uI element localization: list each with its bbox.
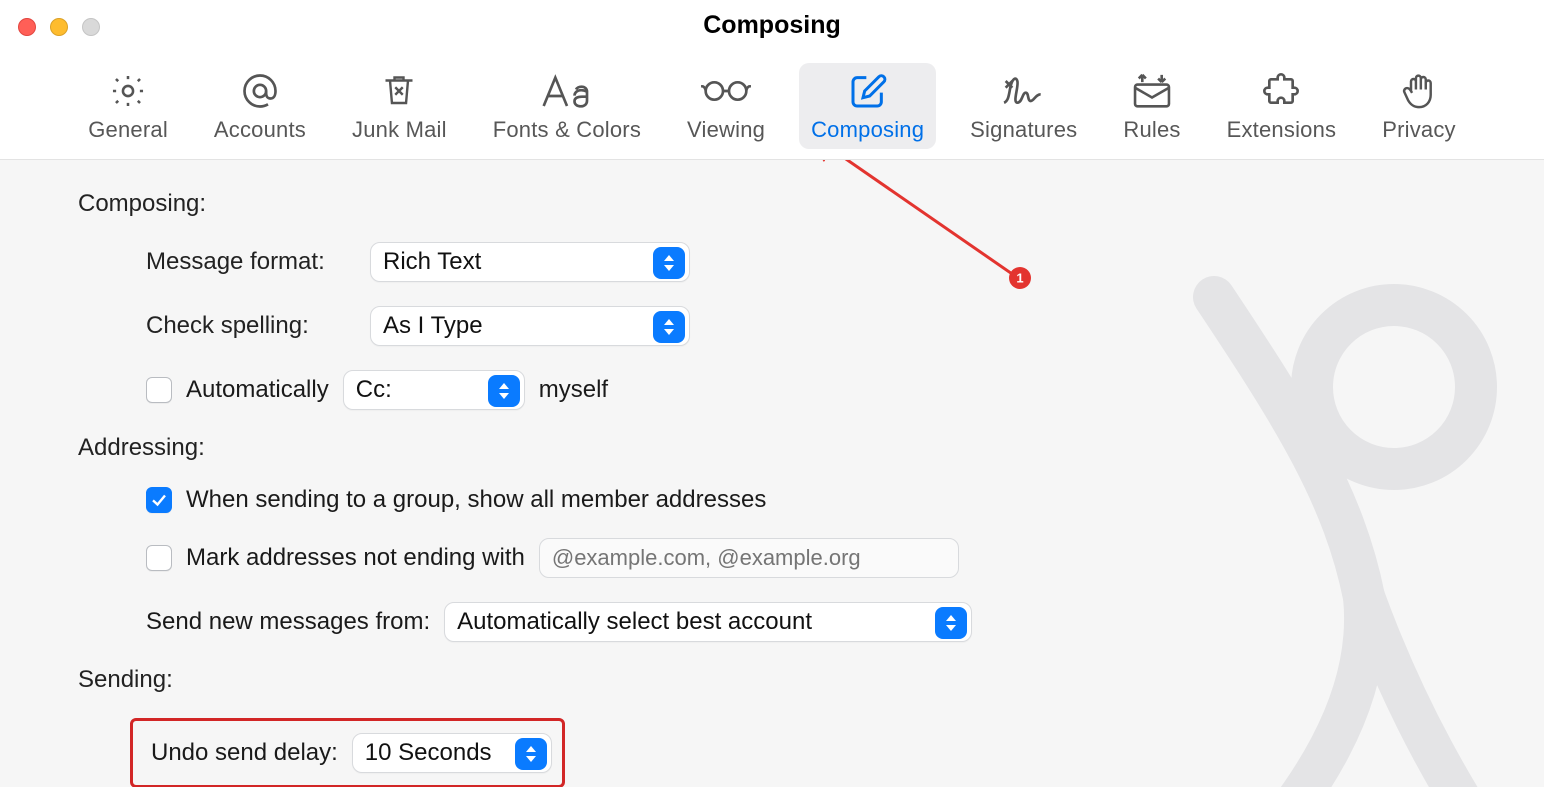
- check-spelling-label: Check spelling:: [146, 312, 356, 340]
- tab-general[interactable]: General: [76, 63, 180, 149]
- group-show-all-checkbox[interactable]: [146, 487, 172, 513]
- tab-extensions[interactable]: Extensions: [1215, 63, 1349, 149]
- message-format-label: Message format:: [146, 248, 356, 276]
- undo-send-highlight: Undo send delay: 10 Seconds: [130, 718, 565, 787]
- puzzle-icon: [1256, 71, 1306, 111]
- rules-icon: [1127, 71, 1177, 111]
- tab-signatures[interactable]: Signatures: [958, 63, 1089, 149]
- mark-addresses-checkbox[interactable]: [146, 545, 172, 571]
- tab-extensions-label: Extensions: [1227, 117, 1337, 143]
- section-sending-title: Sending:: [78, 666, 1466, 694]
- tab-viewing[interactable]: Viewing: [675, 63, 777, 149]
- tab-accounts[interactable]: Accounts: [202, 63, 318, 149]
- signature-icon: [999, 71, 1049, 111]
- traffic-lights: [18, 18, 100, 36]
- close-window-button[interactable]: [18, 18, 36, 36]
- stepper-icon: [935, 607, 967, 639]
- at-sign-icon: [235, 71, 285, 111]
- tab-rules-label: Rules: [1123, 117, 1180, 143]
- stepper-icon: [653, 311, 685, 343]
- tab-accounts-label: Accounts: [214, 117, 306, 143]
- gear-icon: [103, 71, 153, 111]
- preferences-content: Composing: Message format: Rich Text Che…: [0, 160, 1544, 787]
- tab-privacy[interactable]: Privacy: [1370, 63, 1468, 149]
- message-format-select[interactable]: Rich Text: [370, 242, 690, 282]
- undo-send-delay-value: 10 Seconds: [365, 739, 492, 767]
- message-format-value: Rich Text: [383, 248, 481, 276]
- undo-send-delay-select[interactable]: 10 Seconds: [352, 733, 552, 773]
- hand-icon: [1394, 71, 1444, 111]
- automatically-label: Automatically: [186, 376, 329, 404]
- undo-send-delay-label: Undo send delay:: [151, 739, 338, 767]
- glasses-icon: [701, 71, 751, 111]
- trash-icon: [374, 71, 424, 111]
- tab-general-label: General: [88, 117, 168, 143]
- myself-label: myself: [539, 376, 608, 404]
- tab-signatures-label: Signatures: [970, 117, 1077, 143]
- group-show-all-label: When sending to a group, show all member…: [186, 486, 766, 514]
- check-spelling-select[interactable]: As I Type: [370, 306, 690, 346]
- window-title: Composing: [0, 11, 1544, 40]
- tab-fonts-colors[interactable]: Fonts & Colors: [481, 63, 653, 149]
- section-addressing-title: Addressing:: [78, 434, 1466, 462]
- send-from-value: Automatically select best account: [457, 608, 812, 636]
- tab-viewing-label: Viewing: [687, 117, 765, 143]
- tab-composing-label: Composing: [811, 117, 924, 143]
- send-from-select[interactable]: Automatically select best account: [444, 602, 972, 642]
- tab-privacy-label: Privacy: [1382, 117, 1456, 143]
- automatically-cc-checkbox[interactable]: [146, 377, 172, 403]
- tab-junk-mail-label: Junk Mail: [352, 117, 447, 143]
- tab-rules[interactable]: Rules: [1111, 63, 1192, 149]
- stepper-icon: [515, 738, 547, 770]
- titlebar: Composing: [0, 0, 1544, 50]
- compose-icon: [843, 71, 893, 111]
- zoom-window-button[interactable]: [82, 18, 100, 36]
- section-composing-title: Composing:: [78, 190, 1466, 218]
- send-from-label: Send new messages from:: [146, 608, 430, 636]
- cc-bcc-select[interactable]: Cc:: [343, 370, 525, 410]
- tab-junk-mail[interactable]: Junk Mail: [340, 63, 459, 149]
- minimize-window-button[interactable]: [50, 18, 68, 36]
- stepper-icon: [488, 375, 520, 407]
- preferences-toolbar: General Accounts Junk Mail Fonts & Color…: [0, 50, 1544, 160]
- check-spelling-value: As I Type: [383, 312, 483, 340]
- stepper-icon: [653, 247, 685, 279]
- fonts-icon: [542, 71, 592, 111]
- mark-addresses-domains-input[interactable]: [539, 538, 959, 578]
- tab-composing[interactable]: Composing: [799, 63, 936, 149]
- tab-fonts-colors-label: Fonts & Colors: [493, 117, 641, 143]
- cc-bcc-value: Cc:: [356, 376, 392, 404]
- mark-addresses-label: Mark addresses not ending with: [186, 544, 525, 572]
